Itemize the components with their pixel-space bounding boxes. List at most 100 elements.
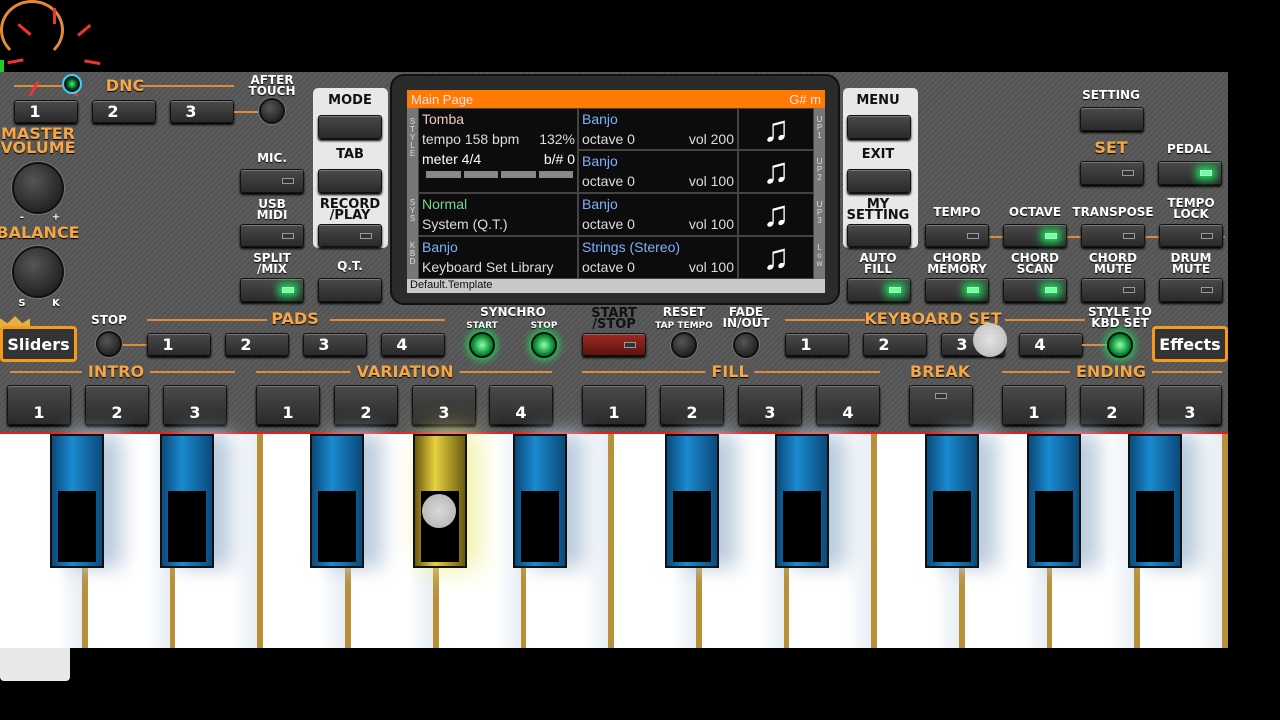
setting-button[interactable] bbox=[1080, 107, 1144, 131]
effects-button[interactable]: Effects bbox=[1152, 326, 1228, 362]
part-params: octave 0 vol 200 bbox=[582, 129, 737, 149]
black-key[interactable] bbox=[775, 434, 829, 568]
led-off-indicator bbox=[624, 341, 636, 348]
synchro-stop-button[interactable] bbox=[531, 332, 557, 358]
part-params: octave 0 vol 100 bbox=[582, 257, 737, 277]
qt-label: Q.T. bbox=[337, 259, 363, 273]
reset-label: RESET bbox=[662, 305, 706, 319]
style-cell[interactable]: Tomba tempo 158 bpm 132% meter 4/4 b/# 0 bbox=[418, 108, 578, 193]
transpose-button[interactable] bbox=[1081, 224, 1145, 247]
balance-right-label: K bbox=[52, 298, 60, 309]
black-key[interactable] bbox=[1128, 434, 1182, 568]
dnc-button-2[interactable]: 2 bbox=[92, 100, 156, 123]
black-key[interactable] bbox=[1027, 434, 1081, 568]
pads-stop-button[interactable] bbox=[96, 331, 122, 357]
synchro-start-button[interactable] bbox=[469, 332, 495, 358]
start-stop-button[interactable] bbox=[582, 333, 646, 356]
fill-button-4[interactable]: 4 bbox=[816, 385, 880, 425]
menu-button[interactable] bbox=[847, 115, 911, 139]
black-key[interactable] bbox=[160, 434, 214, 568]
sys-cell[interactable]: Normal System (Q.T.) bbox=[418, 193, 578, 236]
variation-button-4[interactable]: 4 bbox=[489, 385, 553, 425]
pedal-button[interactable] bbox=[1158, 161, 1222, 185]
octave-button[interactable] bbox=[1003, 224, 1067, 247]
auto-fill-button[interactable] bbox=[847, 278, 911, 302]
pad-button-1[interactable]: 1 bbox=[147, 333, 211, 356]
music-note-icon[interactable]: ♫ bbox=[738, 150, 814, 193]
tempo-lock-button[interactable] bbox=[1159, 224, 1223, 247]
part-cell-4[interactable]: Strings (Stereo) octave 0 vol 100 bbox=[578, 236, 738, 279]
tab-button[interactable] bbox=[318, 169, 382, 193]
black-key[interactable] bbox=[513, 434, 567, 568]
exit-button[interactable] bbox=[847, 169, 911, 193]
fill-button-1[interactable]: 1 bbox=[582, 385, 646, 425]
split-mix-label: SPLIT /MIX bbox=[253, 251, 291, 276]
music-note-icon[interactable]: ♫ bbox=[738, 108, 814, 150]
chord-memory-button[interactable] bbox=[925, 278, 989, 302]
intro-button-3[interactable]: 3 bbox=[163, 385, 227, 425]
dial-tick bbox=[7, 58, 24, 65]
keyboard-set-button-4[interactable]: 4 bbox=[1019, 333, 1083, 356]
dnc-button-3[interactable]: 3 bbox=[170, 100, 234, 123]
display-title: Main Page bbox=[411, 91, 474, 107]
connector-line bbox=[140, 85, 234, 87]
ending-button-1[interactable]: 1 bbox=[1002, 385, 1066, 425]
piano-keyboard[interactable] bbox=[0, 432, 1229, 648]
part-cell-3[interactable]: Banjo octave 0 vol 100 bbox=[578, 193, 738, 236]
break-button-1[interactable] bbox=[909, 385, 973, 425]
qt-button[interactable] bbox=[318, 278, 382, 302]
intro-button-1[interactable]: 1 bbox=[7, 385, 71, 425]
part-name: Banjo bbox=[582, 196, 618, 212]
style-to-kbd-set-button[interactable] bbox=[1107, 332, 1133, 358]
variation-button-2[interactable]: 2 bbox=[334, 385, 398, 425]
after-touch-button[interactable] bbox=[259, 98, 285, 124]
led-on-indicator bbox=[967, 287, 979, 293]
variation-button-1[interactable]: 1 bbox=[256, 385, 320, 425]
fill-button-3[interactable]: 3 bbox=[738, 385, 802, 425]
my-setting-button[interactable] bbox=[847, 224, 911, 247]
balance-knob[interactable] bbox=[12, 246, 64, 298]
fill-button-2[interactable]: 2 bbox=[660, 385, 724, 425]
set-button[interactable] bbox=[1080, 161, 1144, 185]
intro-button-2[interactable]: 2 bbox=[85, 385, 149, 425]
black-key[interactable] bbox=[925, 434, 979, 568]
keyboard-set-button-2[interactable]: 2 bbox=[863, 333, 927, 356]
dial-grip-icon bbox=[62, 74, 82, 94]
sliders-button[interactable]: Sliders bbox=[0, 326, 77, 362]
led-off-indicator bbox=[967, 232, 979, 239]
main-display[interactable]: Main Page G# m S T Y L E S Y S K B D Tomb… bbox=[407, 90, 825, 293]
pad-button-4[interactable]: 4 bbox=[381, 333, 445, 356]
record-play-button[interactable] bbox=[318, 224, 382, 247]
music-note-icon[interactable]: ♫ bbox=[738, 236, 814, 279]
black-key[interactable] bbox=[665, 434, 719, 568]
drum-mute-button[interactable] bbox=[1159, 278, 1223, 302]
part-tag: U P 2 bbox=[814, 150, 825, 193]
chord-scan-button[interactable] bbox=[1003, 278, 1067, 302]
variation-button-3[interactable]: 3 bbox=[412, 385, 476, 425]
pad-button-2[interactable]: 2 bbox=[225, 333, 289, 356]
fade-in-out-button[interactable] bbox=[733, 332, 759, 358]
keyboard-set-button-1[interactable]: 1 bbox=[785, 333, 849, 356]
music-note-icon[interactable]: ♫ bbox=[738, 193, 814, 236]
ending-button-3[interactable]: 3 bbox=[1158, 385, 1222, 425]
kbd-cell[interactable]: Banjo Keyboard Set Library bbox=[418, 236, 578, 279]
tempo-button[interactable] bbox=[925, 224, 989, 247]
pad-button-3[interactable]: 3 bbox=[303, 333, 367, 356]
part-cell-1[interactable]: Banjo octave 0 vol 200 bbox=[578, 108, 738, 150]
synchro-stop-label: STOP bbox=[530, 321, 558, 331]
mic-button[interactable] bbox=[240, 169, 304, 193]
ending-button-2[interactable]: 2 bbox=[1080, 385, 1144, 425]
master-volume-knob[interactable] bbox=[12, 162, 64, 214]
black-key[interactable] bbox=[310, 434, 364, 568]
black-key[interactable] bbox=[50, 434, 104, 568]
mode-button[interactable] bbox=[318, 115, 382, 139]
touch-indicator bbox=[973, 323, 1007, 357]
reset-tap-tempo-button[interactable] bbox=[671, 332, 697, 358]
usb-midi-button[interactable] bbox=[240, 224, 304, 247]
chord-memory-label: CHORD MEMORY bbox=[927, 251, 987, 276]
part-cell-2[interactable]: Banjo octave 0 vol 100 bbox=[578, 150, 738, 193]
record-play-label: RECORD /PLAY bbox=[319, 197, 381, 223]
dnc-button-1[interactable]: 1 bbox=[14, 100, 78, 123]
split-mix-button[interactable] bbox=[240, 278, 304, 302]
chord-mute-button[interactable] bbox=[1081, 278, 1145, 302]
